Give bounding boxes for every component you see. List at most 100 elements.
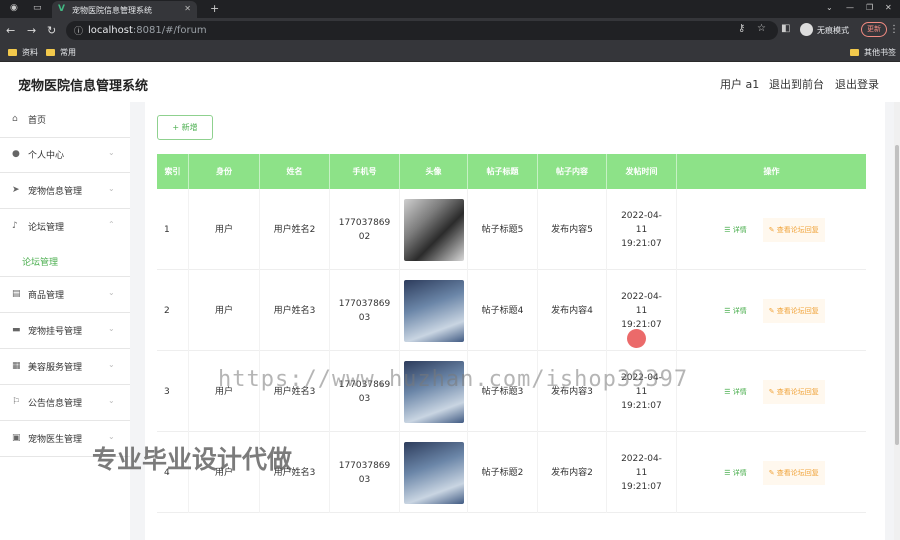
sidebar-item-notice[interactable]: ⚐ 公告信息管理 ⌄: [0, 385, 130, 421]
cell-text: 发布内容2: [551, 467, 593, 478]
logout-link[interactable]: 退出登录: [835, 76, 879, 92]
window-dropdown-icon[interactable]: ⌄: [826, 3, 833, 12]
column-header[interactable]: 手机号: [330, 154, 400, 189]
other-bookmarks[interactable]: 其他书签: [850, 47, 896, 58]
cell-text: 用户姓名2: [273, 224, 316, 235]
browser-toolbar: ← → ↻ ⓘ localhost:8081/#/forum ⚷ ☆ ◧ 无痕模…: [0, 18, 900, 43]
bookmarks-bar: 资料 常用 其他书签: [0, 43, 900, 62]
incognito-icon[interactable]: [800, 23, 813, 36]
scrollbar-thumb[interactable]: [895, 145, 899, 445]
tab-list-icon[interactable]: ▭: [33, 3, 42, 13]
site-info-icon[interactable]: ⓘ: [74, 24, 83, 37]
avatar-cell: [400, 270, 468, 351]
cell-text: 2022-04-11 19:21:07: [621, 453, 662, 492]
profile-label[interactable]: 无痕模式: [817, 25, 849, 36]
sidebar-item-pet-info[interactable]: ➤ 宠物信息管理 ⌄: [0, 173, 130, 209]
cell-index: 1: [157, 189, 189, 270]
sidebar-item-home[interactable]: ⌂ 首页: [0, 102, 130, 138]
sidebar-item-label: 宠物挂号管理: [28, 327, 83, 337]
bookmark-folder[interactable]: 常用: [46, 47, 76, 58]
browser-tab-bar: ◉ ▭ V 宠物医院信息管理系统 ✕ + ⌄ — ❐ ✕: [0, 0, 900, 18]
avatar-cell: [400, 432, 468, 513]
view-replies-button[interactable]: ✎ 查看论坛回复: [762, 217, 825, 242]
column-header[interactable]: 姓名: [260, 154, 330, 189]
grid-icon: ▤: [12, 289, 21, 299]
avatar-cell: [400, 189, 468, 270]
cell-text: 用户姓名3: [273, 305, 316, 316]
folder-icon: [8, 49, 17, 56]
forward-icon[interactable]: →: [27, 24, 36, 37]
more-icon[interactable]: ⋮: [889, 24, 899, 35]
back-icon[interactable]: ←: [6, 24, 15, 37]
back-to-front-link[interactable]: 退出到前台: [769, 76, 824, 92]
cell-content: 发布内容5: [538, 189, 607, 270]
cell-text: 2: [164, 305, 170, 316]
reload-icon[interactable]: ↻: [47, 24, 56, 37]
view-replies-button[interactable]: ✎ 查看论坛回复: [762, 379, 825, 404]
view-replies-button[interactable]: ✎ 查看论坛回复: [762, 460, 825, 485]
cell-text: 用户: [214, 224, 233, 235]
sidebar-item-grooming[interactable]: ▦ 美容服务管理 ⌄: [0, 349, 130, 385]
sidebar-subitem-label: 论坛管理: [22, 258, 59, 268]
chevron-up-icon: ⌃: [108, 220, 115, 229]
chevron-down-icon: ⌄: [108, 288, 115, 297]
detail-button[interactable]: ☰ 详情: [718, 460, 753, 485]
sidebar-subitem-forum[interactable]: 论坛管理: [0, 242, 130, 277]
cell-text: 17703786903: [338, 298, 391, 323]
avatar[interactable]: [403, 198, 464, 261]
sidebar-item-label: 公告信息管理: [28, 399, 83, 409]
app-title: 宠物医院信息管理系统: [18, 79, 149, 94]
column-header[interactable]: 头像: [400, 154, 468, 189]
sidepanel-icon[interactable]: ◧: [781, 23, 790, 34]
column-header[interactable]: 帖子标题: [468, 154, 538, 189]
avatar[interactable]: [403, 279, 464, 342]
sidebar-item-profile[interactable]: ● 个人中心 ⌄: [0, 137, 130, 173]
minimize-icon[interactable]: —: [846, 3, 854, 12]
sidebar-item-goods[interactable]: ▤ 商品管理 ⌄: [0, 277, 130, 313]
url-watermark: https://www.huzhan.com/ishop39397: [218, 367, 689, 392]
chevron-down-icon: ⌄: [108, 324, 115, 333]
tab-close-icon[interactable]: ✕: [184, 4, 191, 13]
list-icon: ▦: [12, 361, 21, 371]
detail-button[interactable]: ☰ 详情: [718, 298, 753, 323]
ops-cell: ☰ 详情 ✎ 查看论坛回复: [677, 351, 866, 432]
chat-icon: ▬: [12, 325, 21, 335]
new-tab-icon[interactable]: +: [210, 2, 219, 15]
cell-text: 帖子标题4: [481, 305, 524, 316]
add-button[interactable]: + 新增: [157, 115, 213, 140]
folder-icon: [850, 49, 859, 56]
folder-icon: [46, 49, 55, 56]
update-button[interactable]: 更新: [861, 22, 887, 37]
chevron-down-icon: ⌄: [108, 184, 115, 193]
cell-text: 帖子标题5: [481, 224, 524, 235]
avatar[interactable]: [403, 441, 464, 504]
cell-title: 帖子标题5: [468, 189, 538, 270]
cell-text: 用户: [214, 305, 233, 316]
key-icon[interactable]: ⚷: [738, 23, 745, 34]
cell-time: 2022-04-11 19:21:07: [607, 189, 677, 270]
notice-icon: ⚐: [12, 397, 21, 407]
view-replies-button[interactable]: ✎ 查看论坛回复: [762, 298, 825, 323]
cell-text: 发布内容5: [551, 224, 593, 235]
column-header[interactable]: 索引: [157, 154, 189, 189]
star-icon[interactable]: ☆: [757, 23, 766, 34]
column-header[interactable]: 发帖时间: [607, 154, 677, 189]
address-bar[interactable]: ⓘ localhost:8081/#/forum: [66, 21, 778, 40]
detail-button[interactable]: ☰ 详情: [718, 217, 753, 242]
sidebar-item-registration[interactable]: ▬ 宠物挂号管理 ⌄: [0, 313, 130, 349]
cell-text: 帖子标题2: [481, 467, 524, 478]
bookmark-folder[interactable]: 资料: [8, 47, 38, 58]
column-header[interactable]: 帖子内容: [538, 154, 607, 189]
browser-menu-icon[interactable]: ◉: [10, 3, 18, 13]
column-header[interactable]: 身份: [189, 154, 260, 189]
sidebar-item-forum[interactable]: ♪ 论坛管理 ⌃: [0, 209, 130, 245]
restore-icon[interactable]: ❐: [866, 3, 873, 12]
text-watermark: 专业毕业设计代做: [92, 445, 293, 474]
chevron-down-icon: ⌄: [108, 396, 115, 405]
window-close-icon[interactable]: ✕: [885, 3, 892, 12]
sidebar-item-label: 首页: [28, 116, 47, 126]
browser-tab[interactable]: V 宠物医院信息管理系统 ✕: [52, 1, 197, 18]
cell-text: 17703786903: [338, 460, 391, 485]
detail-button[interactable]: ☰ 详情: [718, 379, 753, 404]
ops-cell: ☰ 详情 ✎ 查看论坛回复: [677, 432, 866, 513]
